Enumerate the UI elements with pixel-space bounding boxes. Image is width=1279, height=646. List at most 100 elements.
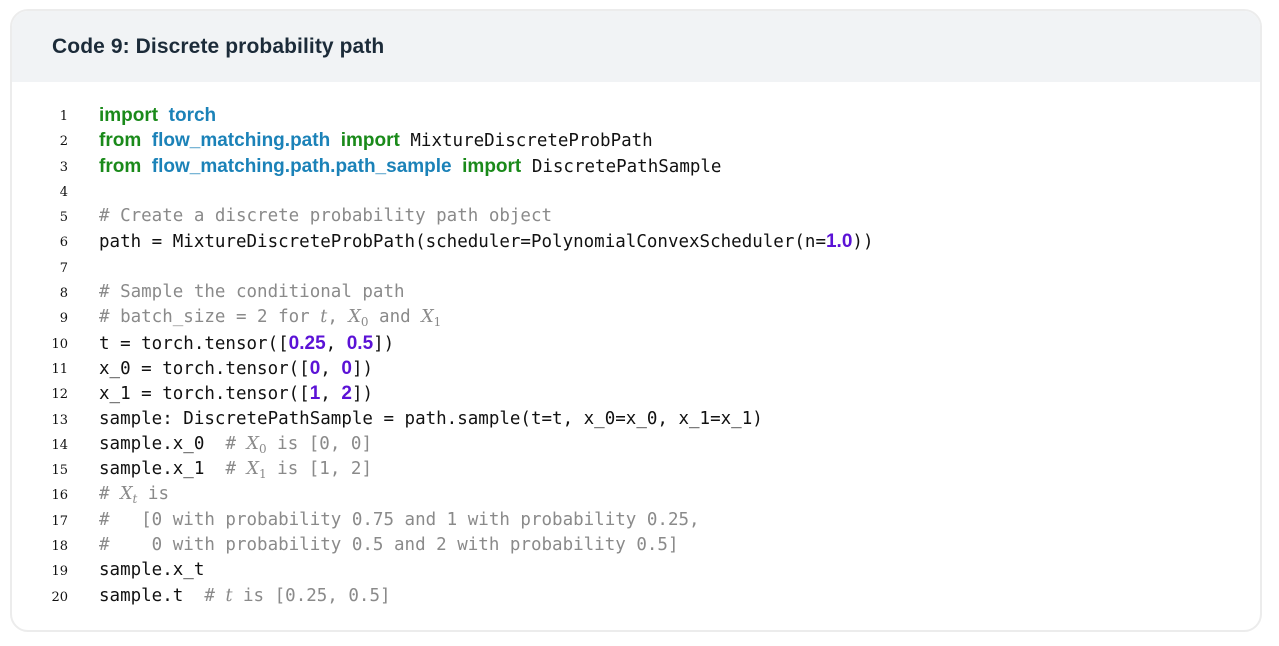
code-line: 15 sample.x_1 # X1 is [1, 2]: [12, 457, 1260, 482]
code-comment: # batch_size = 2 for t, X0 and X1: [99, 305, 441, 331]
code-text: sample.x_t: [99, 560, 205, 581]
code-segment: ]): [373, 333, 395, 354]
code-line: 19 sample.x_t: [12, 558, 1260, 583]
code-comment: # [0 with probability 0.75 and 1 with pr…: [99, 509, 700, 530]
code-line: 20 sample.t # t is [0.25, 0.5]: [12, 584, 1260, 609]
code-segment: )): [852, 232, 874, 253]
line-number: 6: [59, 235, 68, 251]
number-literal: 0.5: [346, 332, 374, 354]
code-line: 14 sample.x_0 # X0 is [0, 0]: [12, 432, 1260, 457]
comment-segment: is [0.25, 0.5]: [232, 585, 391, 606]
comment-segment: #: [204, 585, 226, 606]
line-number: 15: [51, 463, 68, 479]
code-segment: sample.x_1: [99, 459, 226, 480]
math-subscript: 1: [433, 315, 442, 330]
math-symbol: X: [348, 307, 361, 328]
math-symbol: X: [246, 433, 259, 454]
code-line: 2 from flow_matching.path import Mixture…: [12, 128, 1260, 153]
comment-segment: is [0, 0]: [266, 433, 372, 454]
keyword: from: [99, 130, 142, 152]
code-comment: # Xt is: [99, 482, 169, 508]
code-line: 11 x_0 = torch.tensor([0, 0]): [12, 356, 1260, 381]
code-listing-title: Code 9: Discrete probability path: [52, 34, 385, 58]
math-subscript: 0: [258, 441, 267, 456]
code-text: sample: DiscretePathSample = path.sample…: [99, 408, 763, 429]
keyword: import: [462, 155, 522, 177]
math-subscript: t: [132, 492, 138, 507]
code-line: 13 sample: DiscretePathSample = path.sam…: [12, 407, 1260, 432]
code-segment: ]): [351, 358, 374, 379]
code-line: 4: [12, 179, 1260, 204]
keyword: import: [340, 130, 400, 152]
code-line: 17 # [0 with probability 0.75 and 1 with…: [12, 508, 1260, 533]
code-comment: # X0 is [0, 0]: [225, 433, 372, 456]
line-number: 20: [51, 589, 68, 605]
code-text: from flow_matching.path import MixtureDi…: [99, 128, 653, 154]
keyword: import: [99, 105, 159, 126]
comment-segment: is: [137, 484, 169, 505]
code-line: 18 # 0 with probability 0.5 and 2 with p…: [12, 533, 1260, 558]
code-segment: ,: [325, 333, 347, 354]
number-literal: 0: [341, 357, 352, 379]
code-line: 9 # batch_size = 2 for t, X0 and X1: [12, 305, 1260, 330]
code-line: 16 # Xt is: [12, 482, 1260, 507]
code-comment: # 0 with probability 0.5 and 2 with prob…: [99, 535, 679, 556]
math-symbol: X: [421, 307, 434, 328]
code-text: from flow_matching.path.path_sample impo…: [99, 154, 721, 180]
code-text: t = torch.tensor([0.25, 0.5]): [99, 331, 394, 357]
math-symbol: X: [246, 459, 259, 480]
keyword: from: [99, 155, 142, 177]
comment-segment: #: [99, 484, 121, 505]
number-literal: 0: [309, 357, 321, 379]
line-number: 11: [51, 361, 68, 377]
code-comment: # t is [0.25, 0.5]: [204, 586, 390, 606]
comment-segment: is [1, 2]: [266, 459, 372, 480]
module-name: torch: [168, 105, 217, 126]
line-number: 12: [51, 387, 68, 403]
identifier: DiscretePathSample: [531, 156, 722, 177]
code-comment: # Create a discrete probability path obj…: [99, 206, 553, 227]
number-literal: 2: [341, 383, 352, 405]
code-comment: # X1 is [1, 2]: [225, 459, 372, 482]
code-line: 1 import torch: [12, 103, 1260, 128]
code-segment: ,: [320, 358, 342, 379]
line-number: 16: [51, 488, 68, 504]
code-line: 6 path = MixtureDiscreteProbPath(schedul…: [12, 229, 1260, 254]
code-line: 8 # Sample the conditional path: [12, 280, 1260, 305]
line-number: 1: [59, 109, 68, 124]
code-line: 7: [12, 255, 1260, 280]
code-block: 1 import torch 2 from flow_matching.path…: [12, 103, 1260, 609]
code-line: 5 # Create a discrete probability path o…: [12, 204, 1260, 229]
code-segment: ]): [351, 384, 374, 405]
number-literal: 0.25: [288, 332, 326, 354]
code-segment: x_1 = torch.tensor([: [99, 384, 310, 405]
line-number: 4: [59, 184, 68, 200]
code-text: sample.x_1 # X1 is [1, 2]: [99, 457, 372, 483]
code-text: sample.t # t is [0.25, 0.5]: [99, 584, 391, 609]
module-name: flow_matching.path.path_sample: [151, 155, 452, 177]
code-segment: t = torch.tensor([: [99, 333, 289, 354]
line-number: 10: [51, 336, 68, 352]
code-segment: ,: [320, 384, 342, 405]
code-text: import torch: [99, 103, 216, 129]
line-number: 9: [59, 311, 68, 327]
math-subscript: 0: [360, 315, 369, 330]
comment-segment: # batch_size = 2 for: [99, 307, 321, 328]
line-number: 18: [51, 539, 68, 555]
code-text: sample.x_0 # X0 is [0, 0]: [99, 432, 372, 458]
line-number: 3: [59, 159, 68, 175]
line-number: 2: [59, 134, 68, 150]
code-listing-card: Code 9: Discrete probability path 1 impo…: [10, 9, 1262, 632]
code-segment: path = MixtureDiscreteProbPath(scheduler…: [99, 232, 826, 253]
code-line: 3 from flow_matching.path.path_sample im…: [12, 154, 1260, 179]
math-subscript: 1: [258, 467, 267, 482]
line-number: 19: [51, 564, 68, 580]
code-segment: sample.t: [99, 585, 205, 606]
comment-segment: ,: [327, 307, 349, 328]
number-literal: 1: [309, 383, 321, 405]
math-symbol: X: [120, 484, 133, 505]
code-line: 12 x_1 = torch.tensor([1, 2]): [12, 381, 1260, 406]
code-listing-header: Code 9: Discrete probability path: [12, 11, 1260, 82]
comment-segment: and: [368, 307, 422, 328]
identifier: MixtureDiscreteProbPath: [410, 131, 653, 152]
